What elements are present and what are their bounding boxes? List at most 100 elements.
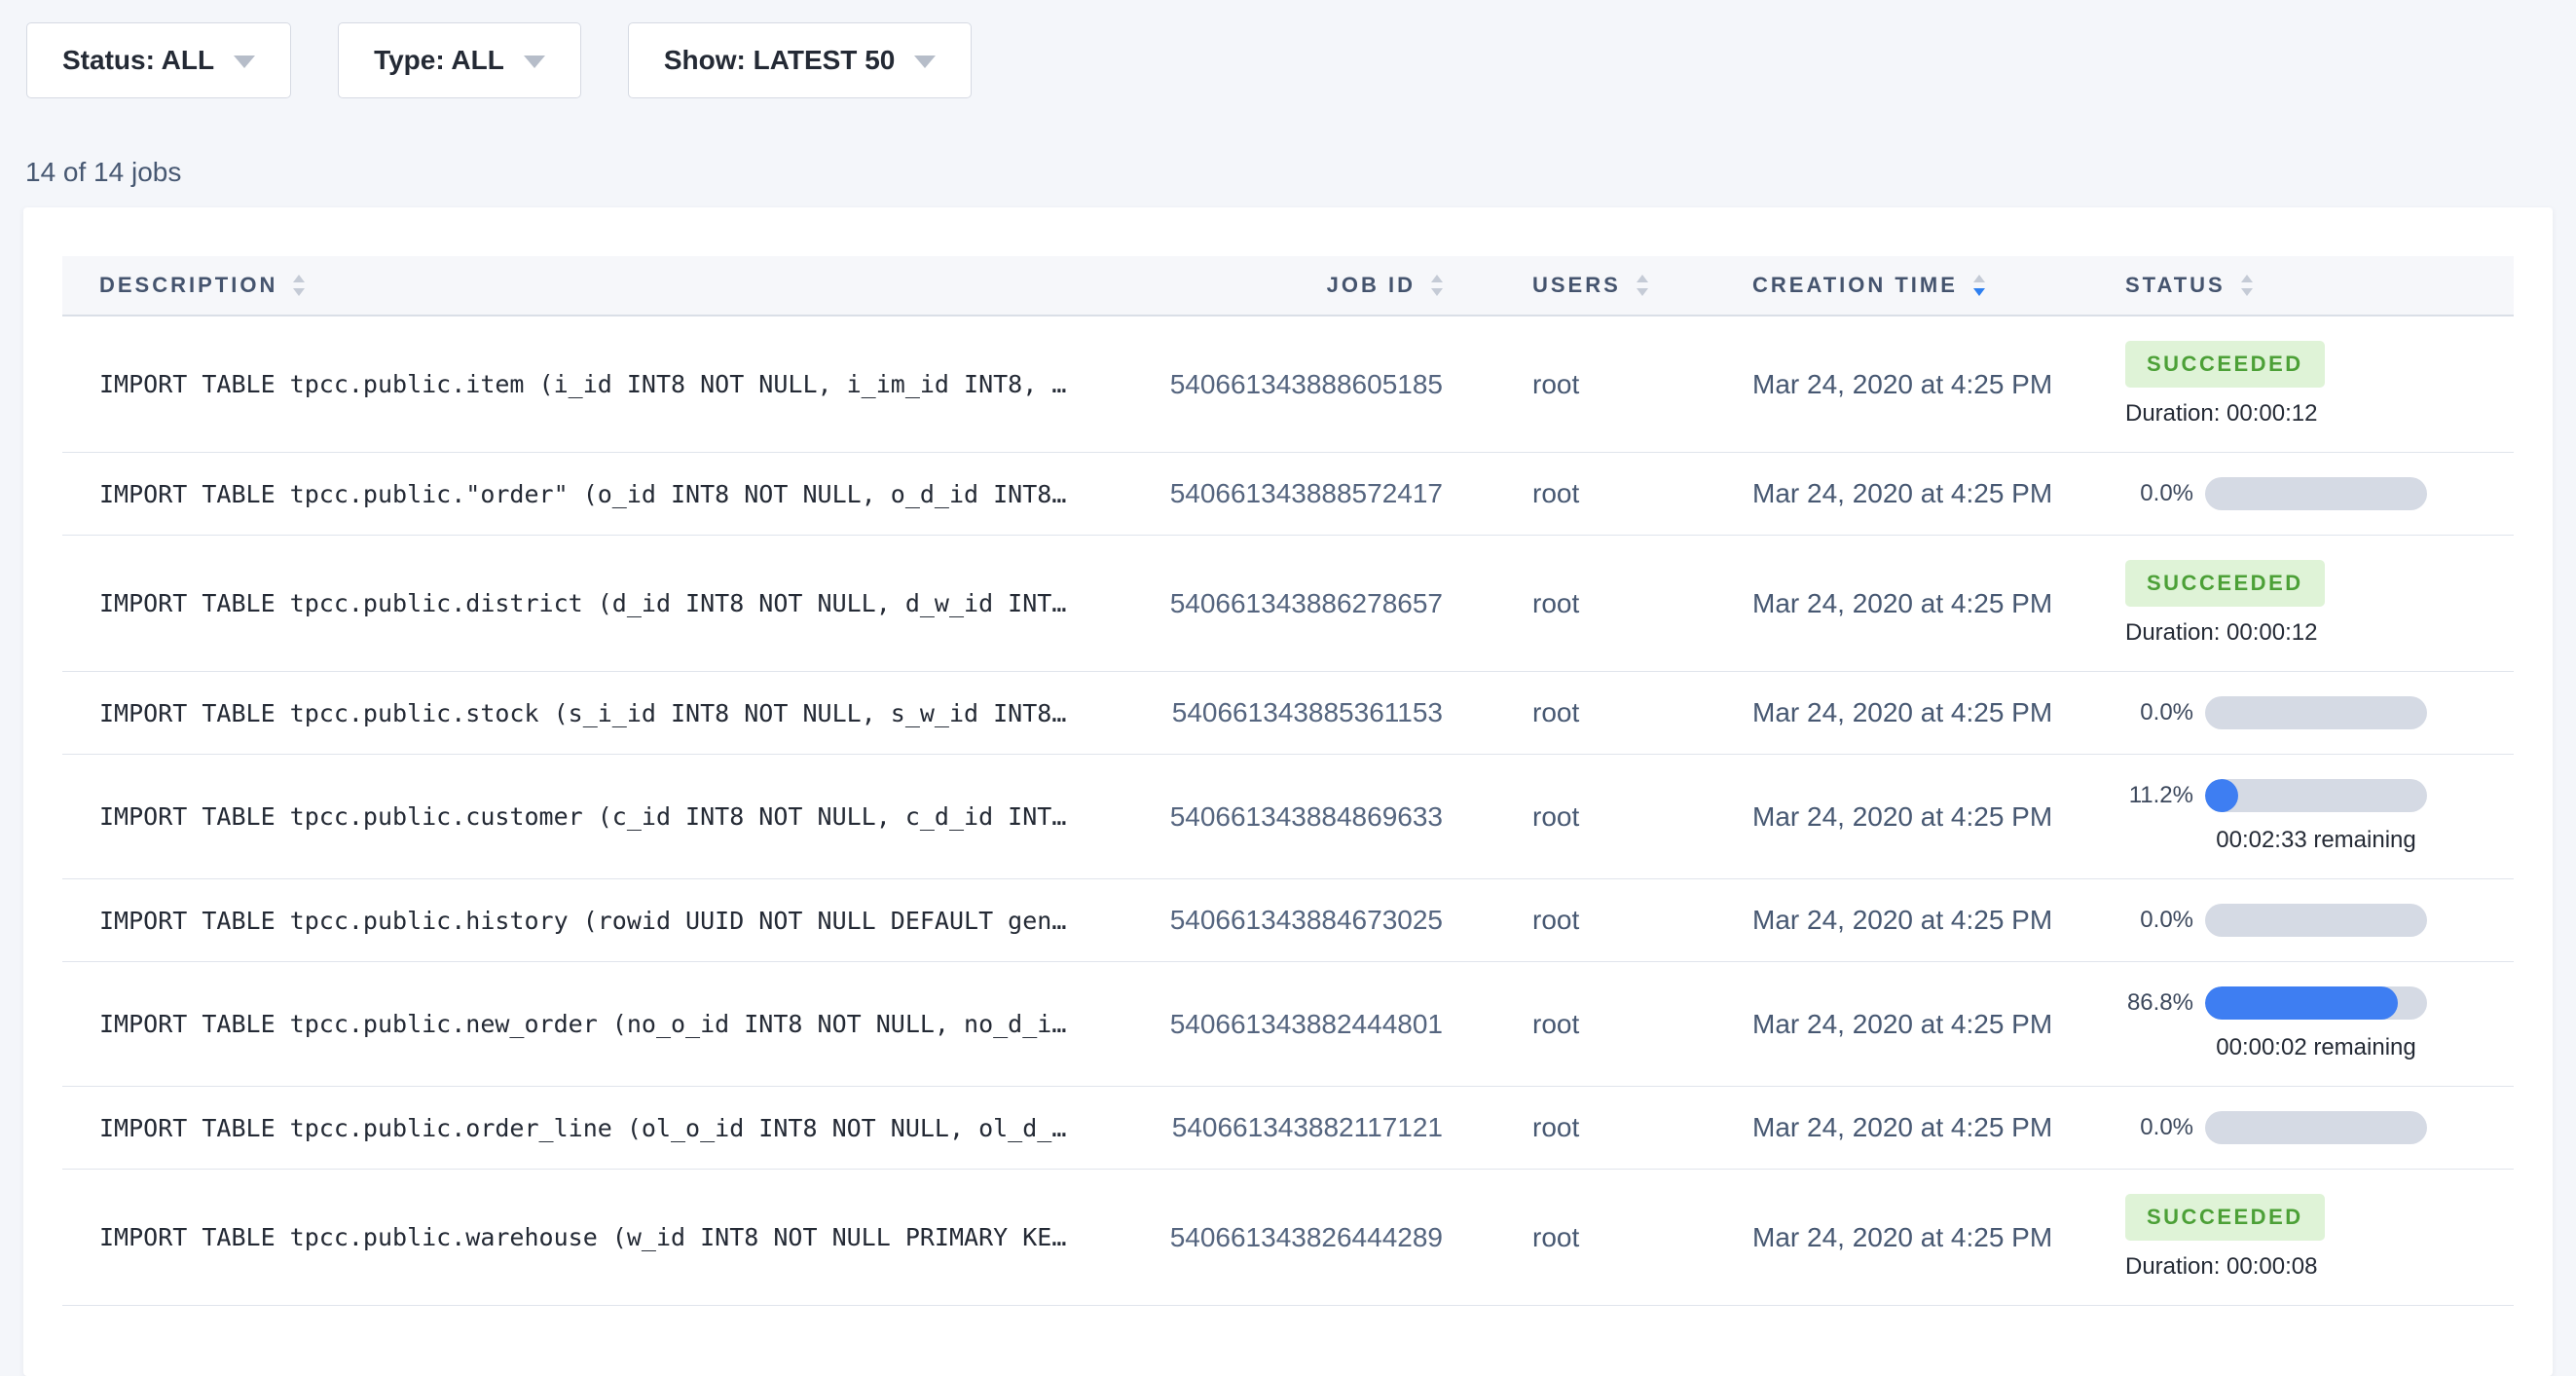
job-id: 540661343888605185	[1160, 369, 1443, 400]
column-label: STATUS	[2125, 273, 2226, 298]
job-user: root	[1443, 1112, 1715, 1143]
table-row: IMPORT TABLE tpcc.public.district (d_id …	[62, 536, 2514, 672]
progress-percent: 86.8%	[2125, 989, 2193, 1017]
show-filter-dropdown[interactable]: Show: LATEST 50	[628, 22, 973, 98]
table-row: IMPORT TABLE tpcc.public.history (rowid …	[62, 879, 2514, 962]
progress-bar	[2205, 696, 2427, 729]
chevron-down-icon	[524, 56, 545, 68]
job-description: IMPORT TABLE tpcc.public.item (i_id INT8…	[62, 370, 1160, 398]
job-creation-time: Mar 24, 2020 at 4:25 PM	[1715, 1009, 2085, 1040]
job-description: IMPORT TABLE tpcc.public.customer (c_id …	[62, 802, 1160, 831]
column-header-job-id[interactable]: JOB ID	[1160, 273, 1443, 298]
job-user: root	[1443, 588, 1715, 619]
jobs-count-summary: 14 of 14 jobs	[25, 157, 2576, 188]
job-description: IMPORT TABLE tpcc.public.order_line (ol_…	[62, 1114, 1160, 1142]
progress-bar-fill	[2205, 986, 2398, 1020]
job-description: IMPORT TABLE tpcc.public.history (rowid …	[62, 907, 1160, 935]
table-row: IMPORT TABLE tpcc.public.customer (c_id …	[62, 755, 2514, 879]
job-creation-time: Mar 24, 2020 at 4:25 PM	[1715, 478, 2085, 509]
progress-bar	[2205, 986, 2427, 1020]
job-user: root	[1443, 1222, 1715, 1253]
progress-remaining: 00:00:02 remaining	[2205, 1034, 2427, 1061]
show-filter-label: Show: LATEST 50	[664, 45, 896, 76]
progress-bar	[2205, 477, 2427, 510]
job-user: root	[1443, 801, 1715, 833]
job-description: IMPORT TABLE tpcc.public.new_order (no_o…	[62, 1010, 1160, 1038]
progress-percent: 0.0%	[2125, 907, 2193, 934]
column-label: CREATION TIME	[1752, 273, 1958, 298]
type-filter-dropdown[interactable]: Type: ALL	[338, 22, 581, 98]
job-user: root	[1443, 478, 1715, 509]
progress-bar	[2205, 904, 2427, 937]
status-progress: 0.0%	[2125, 904, 2514, 937]
status-progress: 0.0%	[2125, 696, 2514, 729]
sort-arrows-icon	[293, 275, 305, 296]
sort-arrows-icon	[1973, 275, 1985, 296]
job-status-cell: SUCCEEDED Duration: 00:00:12	[2085, 341, 2514, 428]
job-status-cell: 0.0%	[2085, 477, 2514, 510]
progress-percent: 0.0%	[2125, 1114, 2193, 1141]
progress-percent: 0.0%	[2125, 699, 2193, 726]
table-row: IMPORT TABLE tpcc.public."order" (o_id I…	[62, 453, 2514, 536]
job-status-cell: SUCCEEDED Duration: 00:00:12	[2085, 560, 2514, 647]
table-row: IMPORT TABLE tpcc.public.new_order (no_o…	[62, 962, 2514, 1087]
job-id: 540661343882444801	[1160, 1009, 1443, 1040]
job-status-cell: 0.0%	[2085, 696, 2514, 729]
job-user: root	[1443, 905, 1715, 936]
status-progress: 11.2% 00:02:33 remaining	[2125, 779, 2514, 854]
jobs-page: Status: ALL Type: ALL Show: LATEST 50 14…	[0, 0, 2576, 1376]
job-creation-time: Mar 24, 2020 at 4:25 PM	[1715, 588, 2085, 619]
sort-arrows-icon	[1431, 275, 1443, 296]
status-badge: SUCCEEDED	[2125, 1194, 2325, 1241]
status-filter-dropdown[interactable]: Status: ALL	[26, 22, 291, 98]
sort-arrows-icon	[1637, 275, 1648, 296]
job-id: 540661343882117121	[1160, 1112, 1443, 1143]
column-header-users[interactable]: USERS	[1443, 273, 1715, 298]
job-duration: Duration: 00:00:12	[2125, 619, 2514, 647]
status-progress: 86.8% 00:00:02 remaining	[2125, 986, 2514, 1061]
job-user: root	[1443, 369, 1715, 400]
job-creation-time: Mar 24, 2020 at 4:25 PM	[1715, 905, 2085, 936]
job-status-cell: 86.8% 00:00:02 remaining	[2085, 986, 2514, 1061]
table-row: IMPORT TABLE tpcc.public.order_line (ol_…	[62, 1087, 2514, 1170]
job-user: root	[1443, 1009, 1715, 1040]
progress-bar	[2205, 1111, 2427, 1144]
job-id: 540661343826444289	[1160, 1222, 1443, 1253]
sort-arrows-icon	[2241, 275, 2253, 296]
job-id: 540661343884869633	[1160, 801, 1443, 833]
job-duration: Duration: 00:00:12	[2125, 400, 2514, 428]
progress-bar	[2205, 779, 2427, 812]
column-header-creation-time[interactable]: CREATION TIME	[1715, 273, 2085, 298]
job-status-cell: SUCCEEDED Duration: 00:00:08	[2085, 1194, 2514, 1281]
job-id: 540661343888572417	[1160, 478, 1443, 509]
job-creation-time: Mar 24, 2020 at 4:25 PM	[1715, 1222, 2085, 1253]
column-label: USERS	[1532, 273, 1621, 298]
status-filter-label: Status: ALL	[62, 45, 214, 76]
job-description: IMPORT TABLE tpcc.public."order" (o_id I…	[62, 480, 1160, 508]
status-badge: SUCCEEDED	[2125, 560, 2325, 607]
column-header-description[interactable]: DESCRIPTION	[62, 273, 1160, 298]
job-id: 540661343885361153	[1160, 697, 1443, 728]
table-row: IMPORT TABLE tpcc.public.warehouse (w_id…	[62, 1170, 2514, 1306]
job-creation-time: Mar 24, 2020 at 4:25 PM	[1715, 369, 2085, 400]
table-row: IMPORT TABLE tpcc.public.stock (s_i_id I…	[62, 672, 2514, 755]
progress-percent: 11.2%	[2125, 782, 2193, 809]
job-creation-time: Mar 24, 2020 at 4:25 PM	[1715, 1112, 2085, 1143]
job-duration: Duration: 00:00:08	[2125, 1253, 2514, 1281]
filter-bar: Status: ALL Type: ALL Show: LATEST 50	[0, 0, 2576, 98]
column-header-status[interactable]: STATUS	[2085, 273, 2514, 298]
column-label: DESCRIPTION	[99, 273, 277, 298]
job-user: root	[1443, 697, 1715, 728]
progress-remaining: 00:02:33 remaining	[2205, 827, 2427, 854]
column-label: JOB ID	[1327, 273, 1416, 298]
job-id: 540661343884673025	[1160, 905, 1443, 936]
chevron-down-icon	[234, 56, 255, 68]
status-badge: SUCCEEDED	[2125, 341, 2325, 388]
table-header-row: DESCRIPTION JOB ID USERS CREATION TIME STATU…	[62, 256, 2514, 316]
progress-percent: 0.0%	[2125, 480, 2193, 507]
job-status-cell: 0.0%	[2085, 904, 2514, 937]
job-creation-time: Mar 24, 2020 at 4:25 PM	[1715, 801, 2085, 833]
status-succeeded: SUCCEEDED Duration: 00:00:08	[2125, 1194, 2514, 1281]
type-filter-label: Type: ALL	[374, 45, 504, 76]
progress-bar-fill	[2205, 779, 2238, 812]
